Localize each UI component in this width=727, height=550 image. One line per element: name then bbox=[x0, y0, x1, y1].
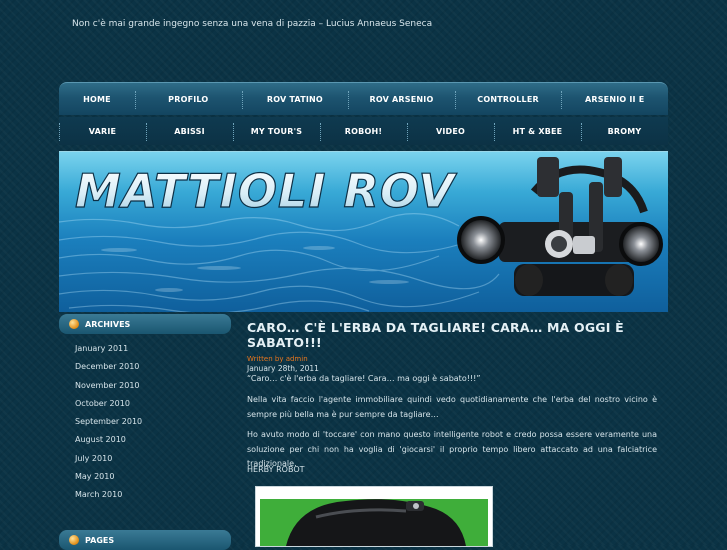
sidebar: ARCHIVES January 2011 December 2010 Nove… bbox=[59, 314, 231, 505]
post-paragraph: Ho avuto modo di 'toccare' con mano ques… bbox=[247, 430, 657, 468]
archive-link[interactable]: November 2010 bbox=[59, 377, 231, 395]
nav-controller[interactable]: CONTROLLER bbox=[454, 90, 562, 109]
pages-title: PAGES bbox=[85, 535, 115, 545]
archive-link[interactable]: May 2010 bbox=[59, 468, 231, 486]
orange-bullet-icon bbox=[69, 535, 79, 545]
main-nav-row-2: VARIE ABISSI MY TOUR'S ROBOH! VIDEO HT &… bbox=[59, 117, 668, 145]
nav-abissi[interactable]: ABISSI bbox=[146, 122, 233, 141]
archives-title: ARCHIVES bbox=[85, 319, 131, 329]
archive-link[interactable]: July 2010 bbox=[59, 450, 231, 468]
archive-link[interactable]: December 2010 bbox=[59, 358, 231, 376]
post-subheading: HERBY ROBOT bbox=[247, 465, 305, 474]
post-paragraph: Nella vita faccio l'agente immobiliare q… bbox=[247, 395, 657, 419]
post-title[interactable]: CARO… C'È L'ERBA DA TAGLIARE! CARA… MA O… bbox=[247, 320, 659, 350]
banner-logo: MATTIOLI ROV bbox=[74, 163, 457, 218]
header-banner: MATTIOLI ROV bbox=[59, 151, 668, 312]
nav-ht-xbee[interactable]: HT & XBEE bbox=[494, 122, 581, 141]
pages-widget: PAGES bbox=[59, 530, 231, 550]
nav-bromy[interactable]: BROMY bbox=[581, 122, 668, 141]
post-paragraph: “Caro… c'è l'erba da tagliare! Cara… ma … bbox=[247, 374, 481, 383]
robot-mower-picture bbox=[256, 487, 492, 546]
nav-rov-arsenio[interactable]: ROV ARSENIO bbox=[348, 90, 455, 109]
herby-robot-image[interactable] bbox=[255, 486, 493, 547]
orange-bullet-icon bbox=[69, 319, 79, 329]
nav-video[interactable]: VIDEO bbox=[407, 122, 494, 141]
nav-roboh[interactable]: ROBOH! bbox=[320, 122, 407, 141]
nav-home[interactable]: HOME bbox=[59, 95, 135, 104]
pages-widget-header: PAGES bbox=[59, 530, 231, 550]
nav-profilo[interactable]: PROFILO bbox=[135, 90, 242, 109]
archive-link[interactable]: September 2010 bbox=[59, 413, 231, 431]
nav-arsenio-ii-e[interactable]: ARSENIO II E bbox=[561, 90, 668, 109]
nav-my-tours[interactable]: MY TOUR'S bbox=[233, 122, 320, 141]
archive-link[interactable]: March 2010 bbox=[59, 486, 231, 504]
nav-varie[interactable]: VARIE bbox=[59, 122, 146, 141]
archive-link[interactable]: January 2011 bbox=[59, 340, 231, 358]
archive-link[interactable]: August 2010 bbox=[59, 431, 231, 449]
banner-logo-text: MATTIOLI ROV bbox=[75, 164, 457, 218]
archives-widget-header: ARCHIVES bbox=[59, 314, 231, 334]
site-tagline: Non c'è mai grande ingegno senza una ven… bbox=[72, 19, 433, 29]
main-nav-row-1: HOME PROFILO ROV TATINO ROV ARSENIO CONT… bbox=[59, 82, 668, 115]
nav-rov-tatino[interactable]: ROV TATINO bbox=[241, 90, 349, 109]
post-author[interactable]: Written by admin bbox=[247, 355, 659, 363]
archives-list: January 2011 December 2010 November 2010… bbox=[59, 340, 231, 505]
archive-link[interactable]: October 2010 bbox=[59, 395, 231, 413]
main-content: CARO… C'È L'ERBA DA TAGLIARE! CARA… MA O… bbox=[247, 320, 659, 474]
